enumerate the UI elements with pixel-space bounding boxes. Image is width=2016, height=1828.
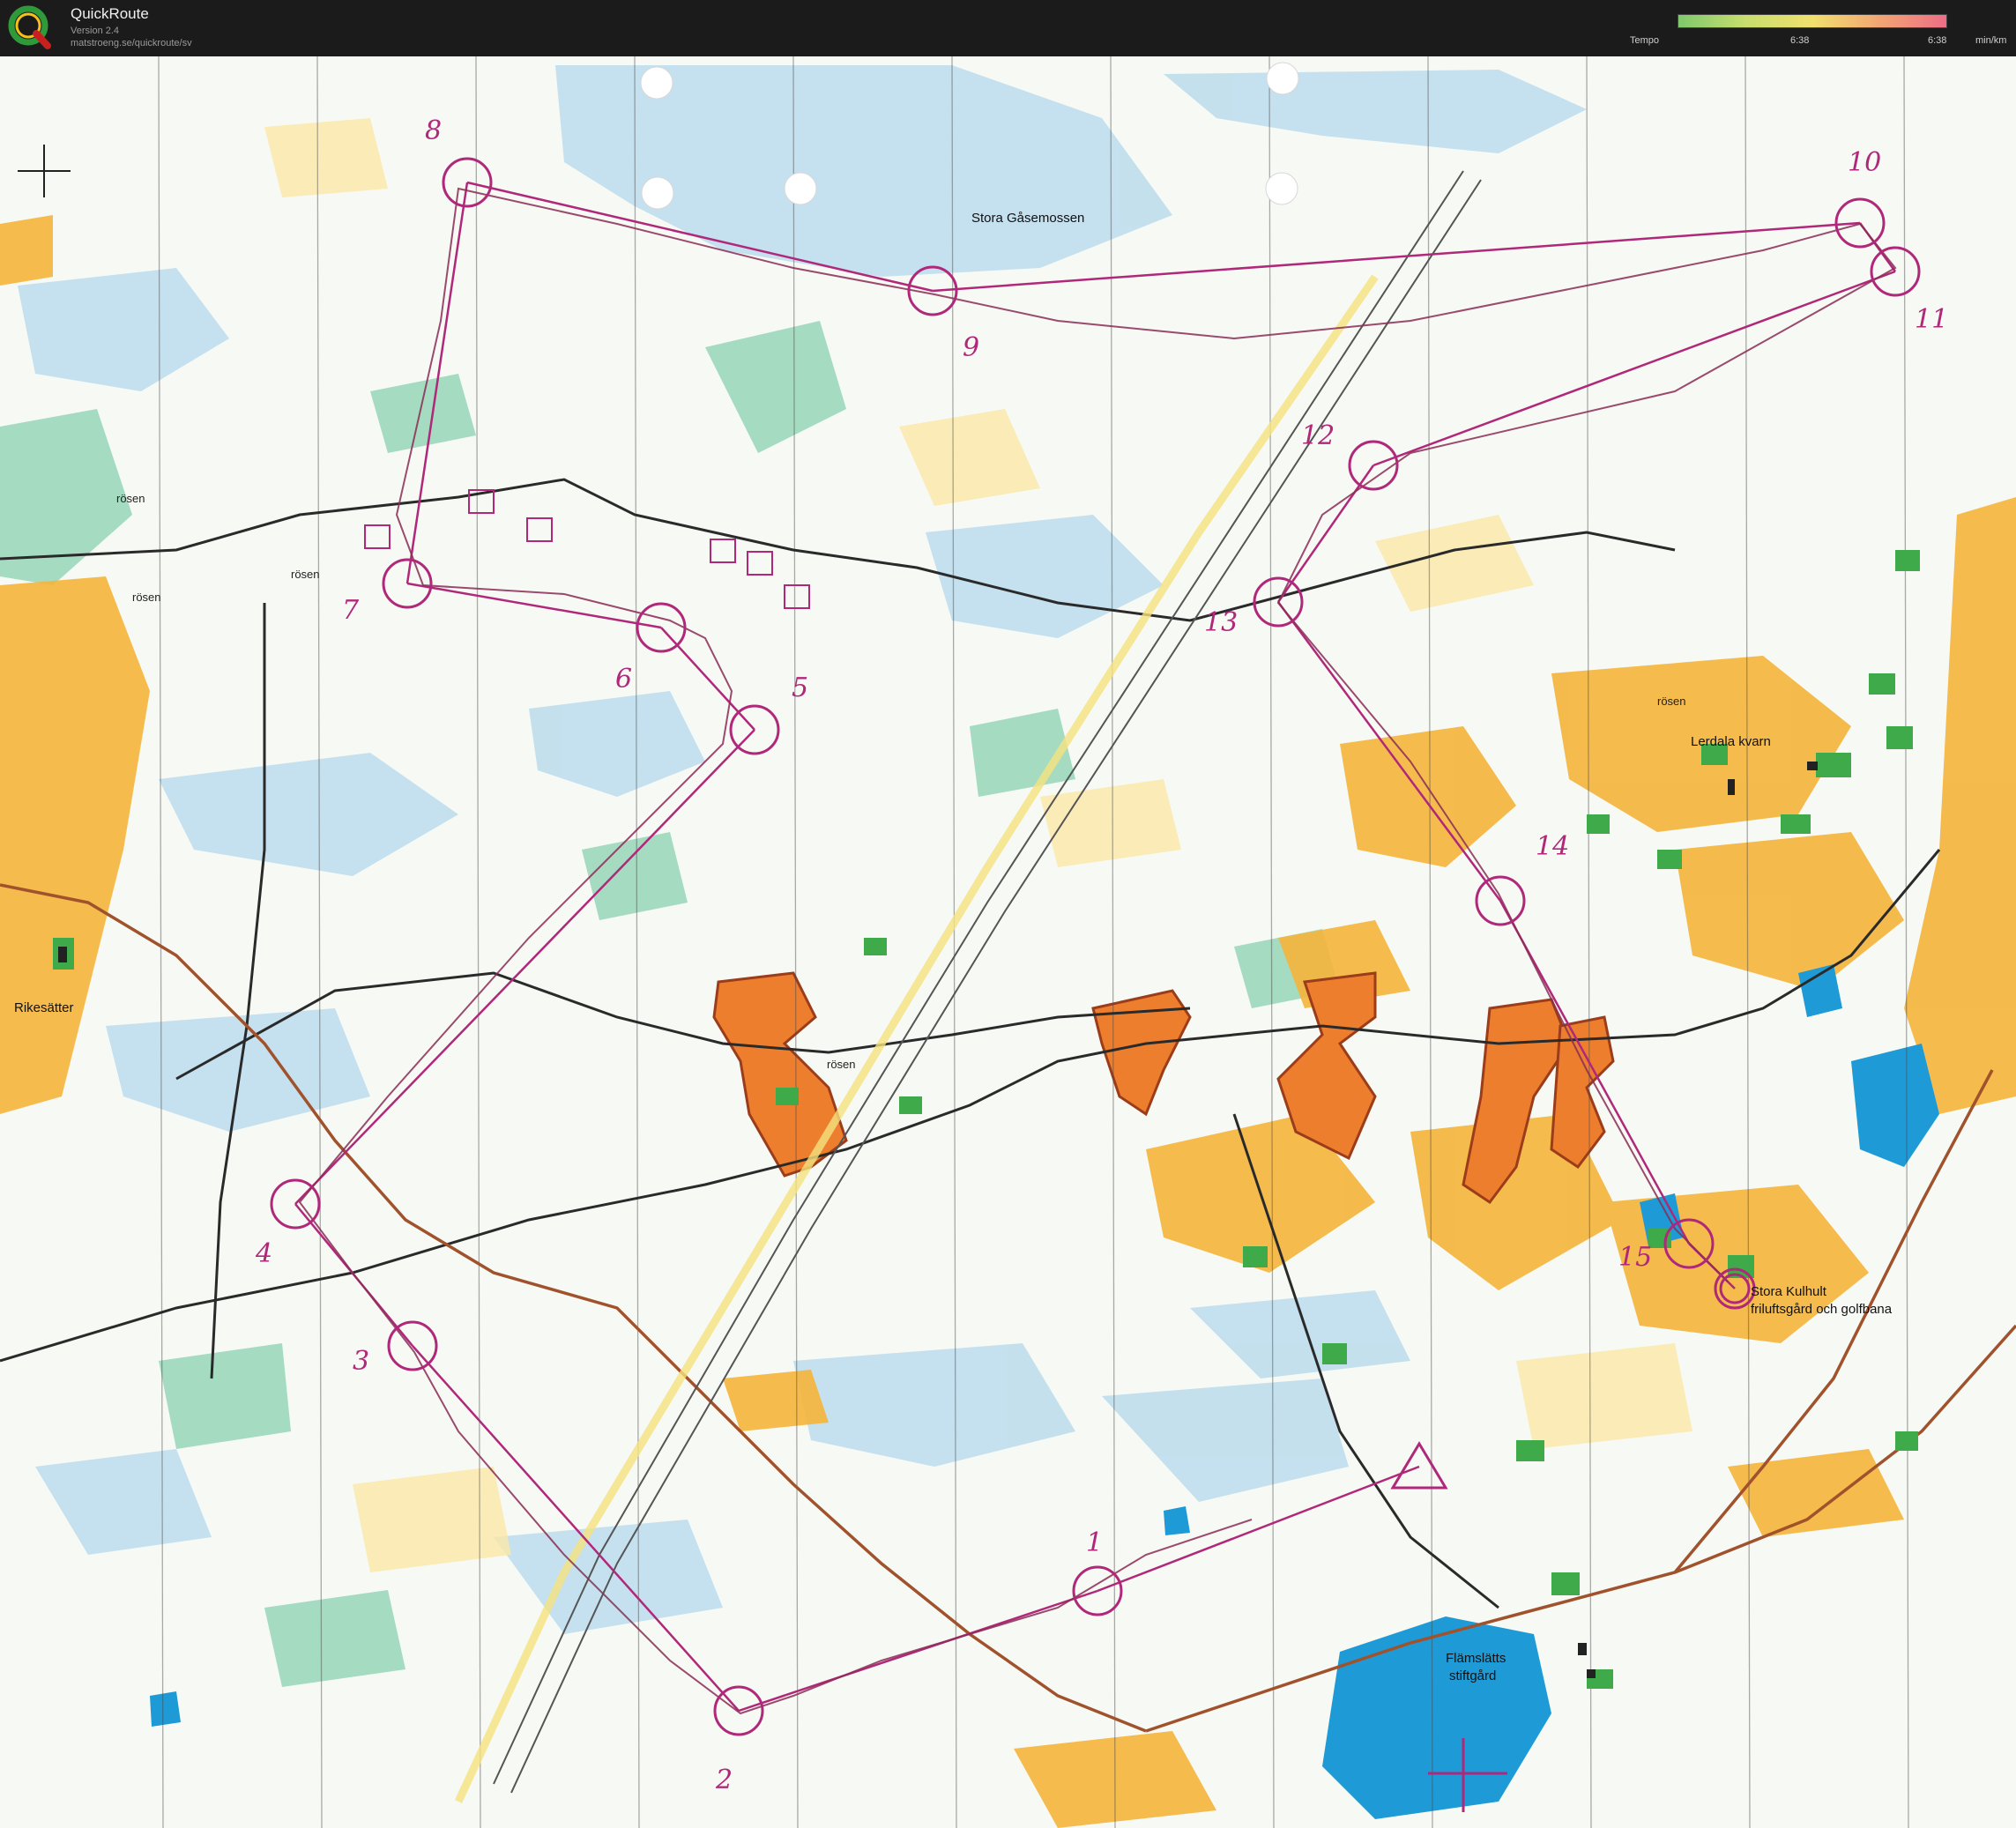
place-stora-gasemossen: Stora Gåsemossen (971, 211, 1084, 226)
place-rosen-3: rösen (132, 591, 161, 604)
control-number-8: 8 (425, 115, 442, 146)
place-rikesatter: Rikesätter (14, 1000, 74, 1015)
app-version: Version 2.4 (71, 26, 120, 36)
control-number-4: 4 (255, 1238, 272, 1269)
control-number-12: 12 (1301, 420, 1335, 451)
place-flamslatts-sub: stiftgård (1449, 1668, 1496, 1683)
place-rosen-5: rösen (827, 1058, 856, 1071)
tempo-unit: min/km (1975, 35, 2007, 46)
place-lerdala-kvarn: Lerdala kvarn (1691, 734, 1771, 749)
pond-south (1164, 1506, 1190, 1535)
control-number-2: 2 (715, 1765, 733, 1795)
tempo-color-scale (1678, 14, 1947, 28)
place-stora-kulhult: Stora Kulhult (1751, 1284, 1827, 1299)
control-number-10: 10 (1848, 147, 1881, 178)
place-stora-kulhult-sub: friluftsgård och golfbana (1751, 1302, 1893, 1317)
control-number-1: 1 (1086, 1527, 1103, 1558)
place-rosen-4: rösen (1657, 695, 1686, 708)
tempo-max-value: 6:38 (1928, 35, 1947, 46)
pond-southwest (150, 1691, 181, 1727)
place-rosen-1: rösen (116, 492, 145, 505)
orienteering-map[interactable]: 1 2 3 4 5 6 7 8 9 10 11 12 13 14 15 Stor… (0, 56, 2016, 1828)
map-canvas[interactable]: 1 2 3 4 5 6 7 8 9 10 11 12 13 14 15 Stor… (0, 56, 2016, 1828)
control-number-7: 7 (342, 595, 360, 626)
control-number-5: 5 (792, 672, 808, 703)
tempo-mid-value: 6:38 (1790, 35, 1810, 46)
control-number-13: 13 (1204, 607, 1238, 638)
control-number-11: 11 (1915, 304, 1948, 335)
control-number-3: 3 (353, 1346, 369, 1377)
control-number-14: 14 (1536, 831, 1569, 862)
app-title: QuickRoute (71, 5, 149, 22)
place-flamslatts: Flämslätts (1446, 1651, 1506, 1666)
quickroute-logo-icon (8, 5, 51, 49)
app-header: QuickRoute Version 2.4 matstroeng.se/qui… (0, 0, 2016, 56)
control-number-15: 15 (1618, 1242, 1652, 1273)
control-number-9: 9 (963, 332, 979, 363)
place-rosen-2: rösen (291, 568, 320, 581)
tempo-label: Tempo (1630, 35, 1660, 46)
app-url-link[interactable]: matstroeng.se/quickroute/sv (71, 38, 192, 48)
control-number-6: 6 (615, 664, 632, 695)
